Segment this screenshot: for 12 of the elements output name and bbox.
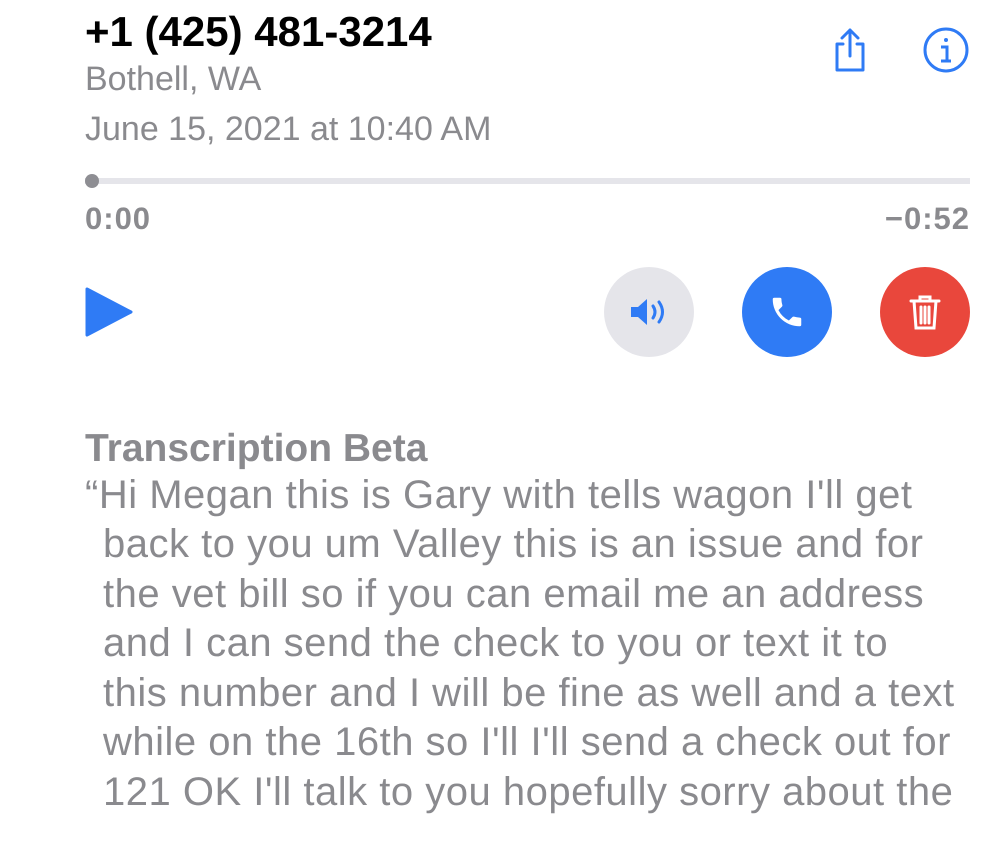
location-text: Bothell, WA — [85, 59, 262, 100]
transcription-text: “Hi Megan this is Gary with tells wagon I'll get back to you um Valley this is an issue and for the vet bill so if you can email me an address and I can send the check to you or text it to this number and I will be fine as well and a text while on the 16th so I'll I'll send a check out for 121 OK I'll talk to you hopefully sorry about the — [85, 472, 956, 816]
date-text: June 15, 2021 at 10:40 AM — [85, 109, 492, 150]
elapsed-time: 0:00 — [85, 200, 152, 238]
transcription-title: Transcription Beta — [85, 426, 429, 470]
play-button[interactable] — [85, 286, 133, 336]
trash-icon — [908, 292, 942, 330]
phone-number: +1 (425) 481-3214 — [85, 10, 433, 54]
remaining-time: −0:52 — [884, 200, 970, 238]
progress-thumb[interactable] — [85, 174, 99, 188]
play-icon — [85, 286, 133, 336]
info-icon[interactable] — [922, 26, 970, 74]
